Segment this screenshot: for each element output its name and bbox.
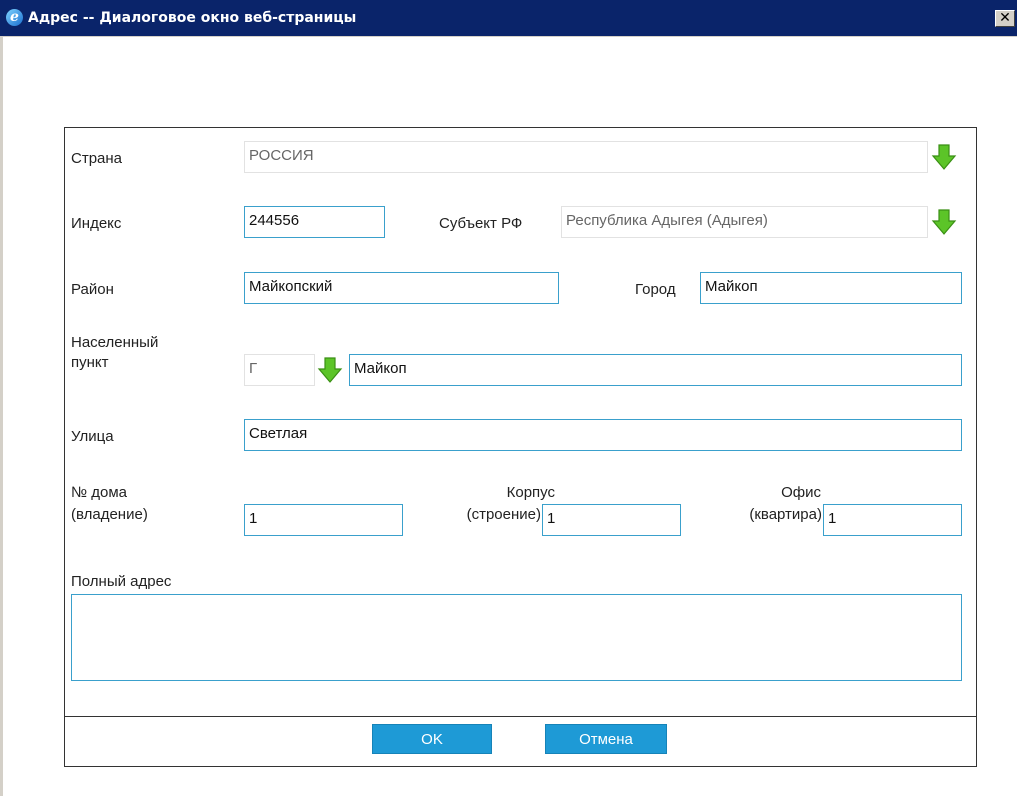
- city-label: Город: [635, 281, 676, 298]
- window-title: Адрес -- Диалоговое окно веб-страницы: [28, 10, 357, 26]
- subject-label: Субъект РФ: [439, 215, 523, 232]
- office-label-line1: Офис: [781, 484, 821, 501]
- city-field[interactable]: Майкоп: [700, 272, 962, 304]
- ok-button[interactable]: OK: [372, 724, 492, 754]
- locality-label-line1: Населенный: [71, 334, 159, 351]
- building-field[interactable]: 1: [542, 504, 681, 536]
- title-bar: e Адрес -- Диалоговое окно веб-страницы …: [0, 0, 1017, 37]
- district-label: Район: [71, 281, 114, 298]
- street-label: Улица: [71, 428, 114, 445]
- office-label-line2: (квартира): [749, 506, 822, 523]
- locality-field[interactable]: Майкоп: [349, 354, 962, 386]
- house-label-line2: (владение): [71, 506, 148, 523]
- building-label-line2: (строение): [466, 506, 541, 523]
- index-field[interactable]: 244556: [244, 206, 385, 238]
- country-label: Страна: [71, 150, 123, 167]
- locality-label-line2: пункт: [71, 354, 109, 371]
- street-field[interactable]: Светлая: [244, 419, 962, 451]
- district-field[interactable]: Майкопский: [244, 272, 559, 304]
- locality-dropdown-arrow-icon[interactable]: [317, 356, 343, 384]
- close-button[interactable]: ✕: [995, 10, 1015, 27]
- ie-icon: e: [6, 9, 23, 26]
- house-field[interactable]: 1: [244, 504, 403, 536]
- locality-type-field[interactable]: Г: [244, 354, 315, 386]
- building-label-line1: Корпус: [506, 484, 555, 501]
- footer-divider: [65, 716, 976, 717]
- subject-field[interactable]: Республика Адыгея (Адыгея): [561, 206, 928, 238]
- country-dropdown-arrow-icon[interactable]: [931, 143, 957, 171]
- cancel-button[interactable]: Отмена: [545, 724, 667, 754]
- house-label-line1: № дома: [71, 484, 128, 501]
- office-field[interactable]: 1: [823, 504, 962, 536]
- window-edge: [0, 36, 3, 796]
- close-icon: ✕: [999, 10, 1011, 26]
- subject-dropdown-arrow-icon[interactable]: [931, 208, 957, 236]
- full-address-label: Полный адрес: [71, 573, 172, 590]
- address-dialog: Страна РОССИЯ Индекс 244556 Субъект РФ Р…: [64, 127, 977, 767]
- country-field[interactable]: РОССИЯ: [244, 141, 928, 173]
- index-label: Индекс: [71, 215, 122, 232]
- full-address-textarea[interactable]: [71, 594, 962, 681]
